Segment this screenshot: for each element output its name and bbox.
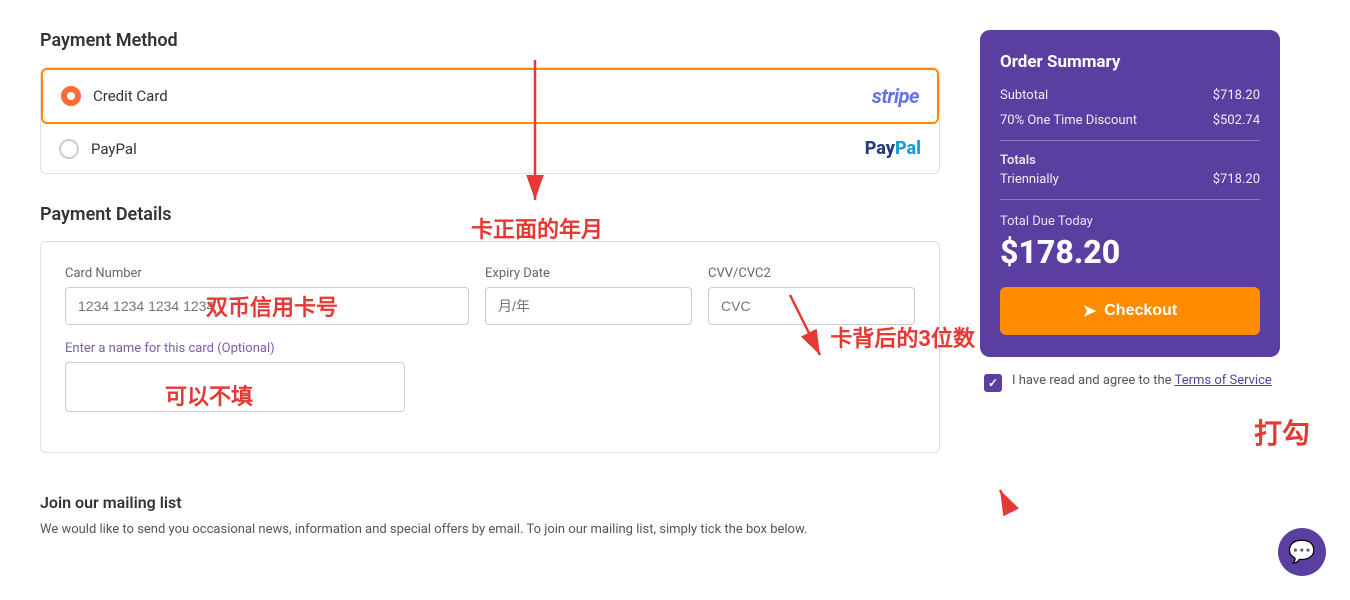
paypal-label: PayPal: [91, 140, 865, 158]
card-name-label: Enter a name for this card (Optional): [65, 341, 405, 356]
discount-label: 70% One Time Discount: [1000, 113, 1137, 128]
terms-checkbox[interactable]: [984, 374, 1002, 392]
expiry-label: Expiry Date: [485, 266, 692, 281]
triennially-value: $718.20: [1213, 172, 1260, 187]
triennially-row: Triennially $718.20: [1000, 172, 1260, 187]
sidebar: Order Summary Subtotal $718.20 70% One T…: [980, 30, 1280, 570]
payment-methods-container: Credit Card stripe PayPal PayPal: [40, 67, 940, 174]
card-name-group: Enter a name for this card (Optional): [65, 341, 405, 412]
annotation-checkbox: 打勾: [1254, 417, 1310, 450]
totals-label: Totals: [1000, 153, 1260, 168]
card-number-group: Card Number: [65, 266, 469, 325]
payment-details-box: 双币信用卡号 卡正面的年月 Card Number Expiry Date: [40, 241, 940, 453]
order-summary-title: Order Summary: [1000, 52, 1260, 72]
card-form-row-2: Enter a name for this card (Optional) 可以…: [65, 341, 915, 412]
subtotal-row: Subtotal $718.20: [1000, 88, 1260, 103]
mailing-text: We would like to send you occasional new…: [40, 520, 940, 540]
payment-details-title: Payment Details: [40, 204, 940, 225]
card-name-input[interactable]: [65, 362, 405, 412]
card-number-label: Card Number: [65, 266, 469, 281]
terms-text: I have read and agree to the Terms of Se…: [1012, 373, 1272, 388]
stripe-logo: stripe: [872, 84, 919, 108]
expiry-group: Expiry Date: [485, 266, 692, 325]
cvv-group: CVV/CVC2: [708, 266, 915, 325]
checkout-arrow-icon: ➤: [1083, 301, 1096, 321]
summary-divider: [1000, 140, 1260, 141]
cvv-input[interactable]: [708, 287, 915, 325]
subtotal-label: Subtotal: [1000, 88, 1048, 103]
credit-card-label: Credit Card: [93, 87, 872, 105]
total-due-amount: $178.20: [1000, 233, 1260, 271]
paypal-logo: PayPal: [865, 138, 921, 159]
card-form-row-1: Card Number Expiry Date CVV/CVC2: [65, 266, 915, 325]
payment-method-title: Payment Method: [40, 30, 940, 51]
expiry-input[interactable]: [485, 287, 692, 325]
payment-option-paypal[interactable]: PayPal PayPal: [41, 124, 939, 173]
payment-option-credit-card[interactable]: Credit Card stripe: [41, 68, 939, 124]
discount-value: $502.74: [1213, 113, 1260, 128]
mailing-section: Join our mailing list We would like to s…: [40, 483, 940, 540]
total-due-label: Total Due Today: [1000, 214, 1260, 229]
card-number-input[interactable]: [65, 287, 469, 325]
summary-divider-2: [1000, 199, 1260, 200]
discount-row: 70% One Time Discount $502.74: [1000, 113, 1260, 128]
radio-paypal[interactable]: [59, 139, 79, 159]
mailing-title: Join our mailing list: [40, 493, 940, 512]
subtotal-value: $718.20: [1213, 88, 1260, 103]
checkout-label: Checkout: [1104, 302, 1177, 320]
chat-icon: 💬: [1288, 540, 1315, 565]
cvv-label: CVV/CVC2: [708, 266, 915, 281]
checkout-button[interactable]: ➤ Checkout: [1000, 287, 1260, 335]
terms-row: I have read and agree to the Terms of Se…: [980, 373, 1280, 392]
order-summary-card: Order Summary Subtotal $718.20 70% One T…: [980, 30, 1280, 357]
annotation-cvv: 卡背后的3位数: [830, 321, 975, 353]
triennially-label: Triennially: [1000, 172, 1059, 187]
chat-bubble[interactable]: 💬: [1278, 528, 1326, 576]
terms-of-service-link[interactable]: Terms of Service: [1175, 373, 1272, 388]
radio-credit-card[interactable]: [61, 86, 81, 106]
